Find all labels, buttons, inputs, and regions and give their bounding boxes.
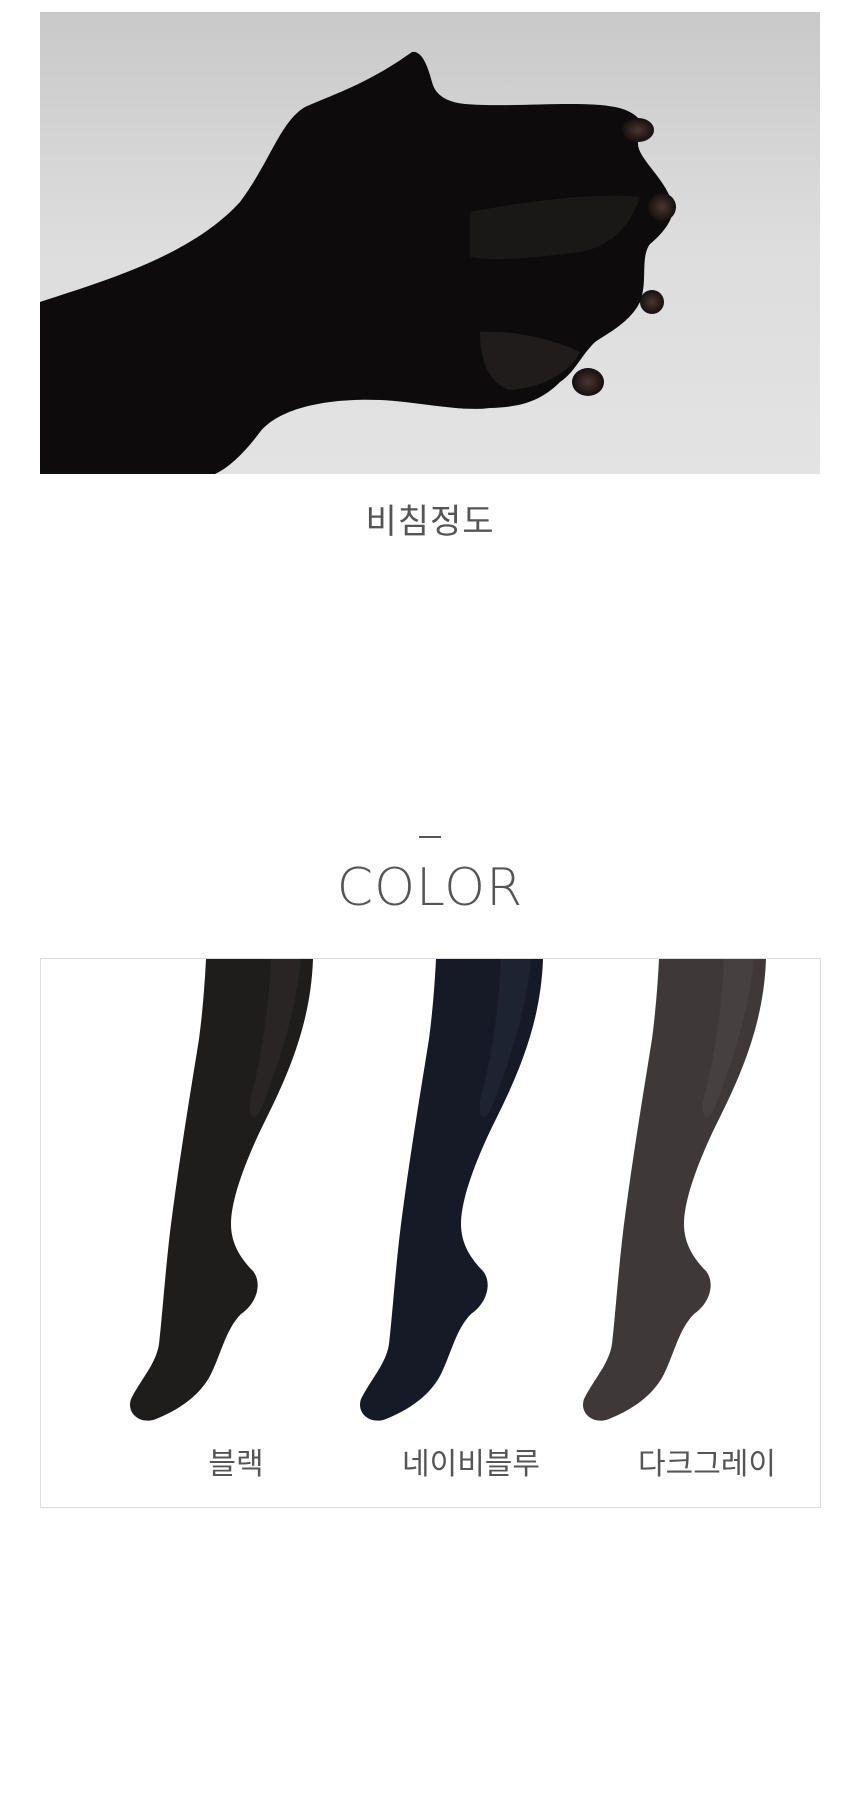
sheerness-caption: 비침정도	[365, 502, 495, 542]
section-title: COLOR	[336, 858, 524, 918]
leg-black	[130, 959, 313, 1421]
section-divider	[419, 836, 441, 838]
color-option-black: 블랙	[208, 1447, 264, 1482]
leg-dark-gray	[583, 959, 766, 1421]
color-option-navy-blue: 네이비블루	[402, 1447, 540, 1482]
hand-in-tights-photo-icon	[40, 12, 820, 474]
color-option-dark-gray: 다크그레이	[638, 1447, 776, 1482]
color-legs-illustration	[130, 959, 766, 1421]
sheerness-photo	[40, 12, 820, 474]
leg-navy-blue	[360, 959, 543, 1421]
color-options-panel: 블랙 네이비블루 다크그레이	[40, 958, 821, 1508]
